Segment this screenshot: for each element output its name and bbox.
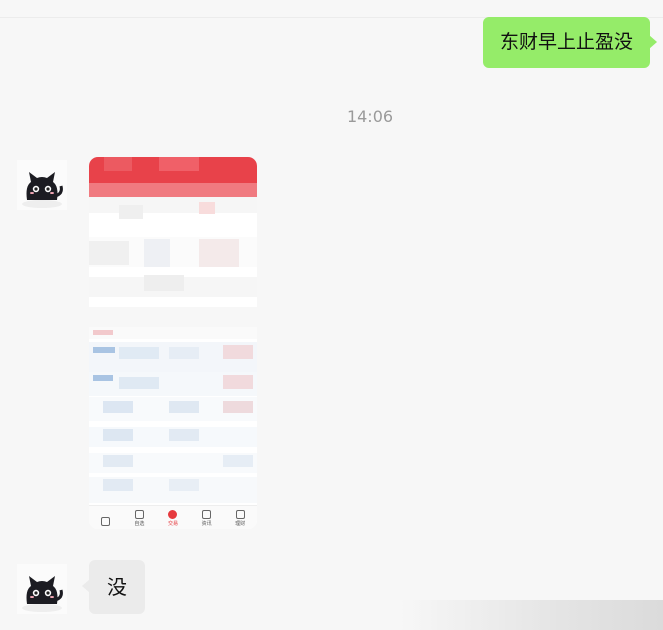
tab-item: 理财 (227, 510, 253, 527)
tab-label: 交易 (167, 521, 178, 527)
tab-label: 资讯 (201, 521, 212, 527)
scroll-fade (400, 600, 663, 630)
chat-window: 东财早上止盈没 14:06 自选 交易 资讯 理财 没 (0, 0, 663, 630)
black-cat-avatar-icon (17, 564, 67, 614)
black-cat-avatar-icon (17, 160, 67, 210)
message-timestamp: 14:06 (346, 107, 394, 126)
contact-avatar[interactable] (17, 160, 67, 210)
tab-item-active: 交易 (160, 510, 186, 527)
outgoing-message-bubble[interactable]: 东财早上止盈没 (482, 17, 658, 68)
trade-icon (168, 510, 178, 519)
news-icon (202, 510, 212, 519)
tab-item: 自选 (126, 510, 152, 527)
image-message[interactable]: 自选 交易 资讯 理财 (89, 157, 257, 529)
watchlist-icon (134, 510, 144, 519)
tab-label: 理财 (235, 521, 246, 527)
contact-avatar[interactable] (17, 564, 67, 614)
incoming-message-bubble[interactable]: 没 (82, 560, 145, 614)
app-tab-bar: 自选 交易 资讯 理财 (89, 505, 257, 529)
tab-label: 自选 (134, 521, 145, 527)
wealth-icon (235, 510, 245, 519)
tab-item: 资讯 (194, 510, 220, 527)
pixelated-screenshot (89, 157, 257, 529)
tab-item (93, 517, 119, 527)
home-icon (101, 517, 111, 526)
